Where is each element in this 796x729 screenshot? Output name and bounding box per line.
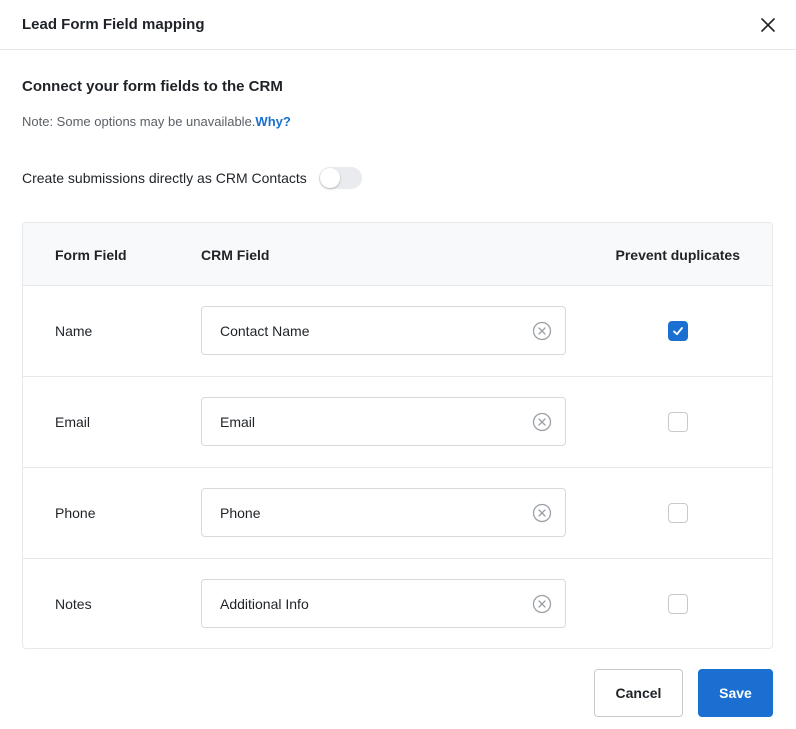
crm-field-value: Contact Name	[220, 322, 310, 339]
create-contacts-toggle[interactable]	[318, 167, 362, 189]
column-header-crm-field: CRM Field	[201, 247, 270, 263]
crm-field-input[interactable]: Additional Info	[201, 579, 566, 628]
table-row: Name Contact Name	[23, 286, 772, 377]
table-row: Email Email	[23, 377, 772, 468]
prevent-duplicates-checkbox[interactable]	[668, 594, 688, 614]
note-text: Note: Some options may be unavailable.	[22, 114, 256, 129]
clear-circle-icon[interactable]	[532, 594, 552, 614]
save-button[interactable]: Save	[698, 669, 773, 717]
crm-field-input[interactable]: Phone	[201, 488, 566, 537]
crm-field-value: Email	[220, 413, 256, 430]
check-icon	[673, 327, 683, 336]
modal-header: Lead Form Field mapping	[0, 0, 796, 50]
crm-field-input[interactable]: Contact Name	[201, 306, 566, 355]
modal-title: Lead Form Field mapping	[22, 16, 205, 33]
clear-circle-icon[interactable]	[532, 412, 552, 432]
section-title: Connect your form fields to the CRM	[22, 78, 283, 95]
cancel-button[interactable]: Cancel	[594, 669, 683, 717]
prevent-duplicates-checkbox[interactable]	[668, 321, 688, 341]
availability-note: Note: Some options may be unavailable.Wh…	[22, 114, 291, 129]
toggle-knob	[319, 168, 340, 188]
table-header: Form Field CRM Field Prevent duplicates	[23, 223, 772, 286]
form-field-label: Name	[55, 323, 93, 339]
table-row: Notes Additional Info	[23, 559, 772, 648]
prevent-duplicates-checkbox[interactable]	[668, 412, 688, 432]
column-header-prevent-duplicates: Prevent duplicates	[615, 247, 741, 263]
why-link[interactable]: Why?	[255, 114, 290, 129]
close-icon	[761, 17, 775, 32]
form-field-label: Notes	[55, 596, 92, 612]
crm-field-value: Phone	[220, 504, 261, 521]
crm-field-input[interactable]: Email	[201, 397, 566, 446]
clear-circle-icon[interactable]	[532, 321, 552, 341]
crm-field-value: Additional Info	[220, 595, 309, 612]
field-mapping-table: Form Field CRM Field Prevent duplicates …	[22, 222, 773, 649]
table-row: Phone Phone	[23, 468, 772, 559]
close-button[interactable]	[756, 13, 780, 37]
clear-circle-icon[interactable]	[532, 503, 552, 523]
form-field-label: Email	[55, 414, 91, 430]
prevent-duplicates-checkbox[interactable]	[668, 503, 688, 523]
create-contacts-label: Create submissions directly as CRM Conta…	[22, 170, 307, 186]
create-contacts-toggle-row: Create submissions directly as CRM Conta…	[22, 166, 362, 190]
field-mapping-modal: Lead Form Field mapping Connect your for…	[0, 0, 796, 729]
column-header-form-field: Form Field	[55, 247, 127, 263]
form-field-label: Phone	[55, 505, 96, 521]
